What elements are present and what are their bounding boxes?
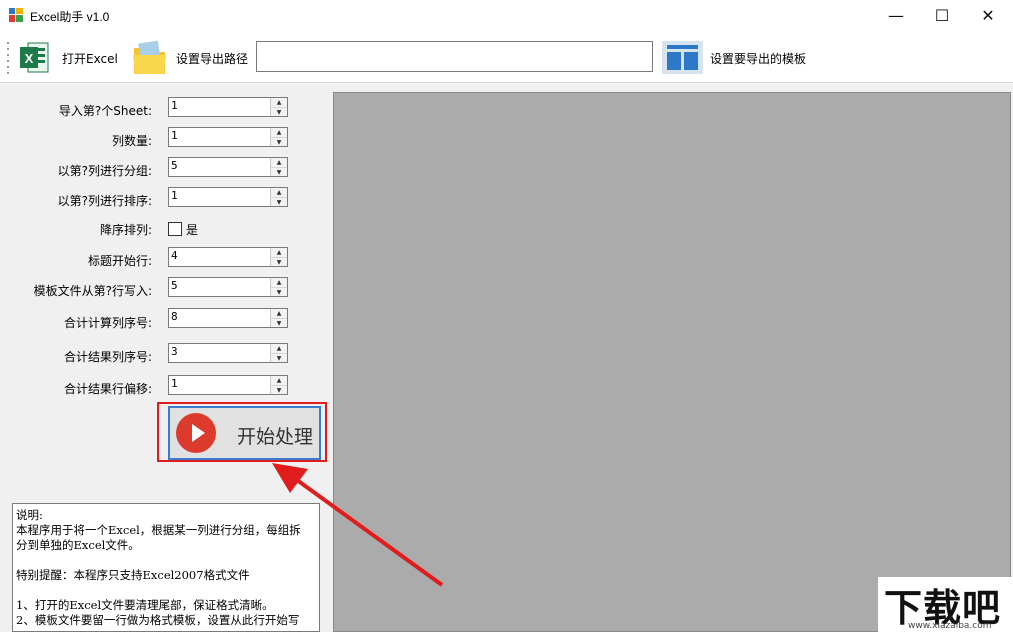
sheet-index-label: 导入第?个Sheet: (58, 104, 152, 118)
description-line: 2、模板文件要留一行做为格式模板，设置从此行开始写 (16, 613, 300, 627)
toolbar: X 打开Excel 设置导出路径 设置要导出的模板 (0, 31, 1013, 83)
spin-down-icon[interactable]: ▼ (271, 319, 287, 328)
descending-checkbox[interactable] (168, 222, 182, 236)
open-excel-button[interactable]: 打开Excel (62, 50, 118, 67)
template-layout-icon[interactable] (662, 41, 703, 74)
sum-result-row-offset-label: 合计结果行偏移: (63, 382, 152, 396)
spinner-arrows[interactable]: ▲ ▼ (270, 309, 287, 327)
group-column-spinner[interactable]: 5 ▲ ▼ (168, 157, 288, 177)
description-blank-line (16, 553, 316, 568)
spinner-arrows[interactable]: ▲ ▼ (270, 344, 287, 362)
spin-up-icon[interactable]: ▲ (271, 188, 287, 198)
title-start-row-spinner[interactable]: 4 ▲ ▼ (168, 247, 288, 267)
column-count-label: 列数量: (111, 134, 152, 148)
spinner-arrows[interactable]: ▲ ▼ (270, 188, 287, 206)
spinner-arrows[interactable]: ▲ ▼ (270, 158, 287, 176)
title-start-row-label: 标题开始行: (87, 254, 152, 268)
watermark: 下载吧 www.xiazaiba.com (878, 577, 1013, 632)
minimize-button[interactable]: — (873, 0, 919, 31)
set-export-path-button[interactable]: 设置导出路径 (176, 50, 248, 67)
maximize-button[interactable]: ☐ (919, 0, 965, 31)
descending-option-label[interactable]: 是 (186, 221, 198, 238)
column-count-value[interactable]: 1 (171, 129, 178, 142)
close-button[interactable]: ✕ (965, 0, 1011, 31)
spin-down-icon[interactable]: ▼ (271, 354, 287, 363)
description-line: 特别提醒：本程序只支持Excel2007格式文件 (16, 568, 250, 582)
sort-column-spinner[interactable]: 1 ▲ ▼ (168, 187, 288, 207)
sum-result-row-offset-value[interactable]: 1 (171, 377, 178, 390)
sum-result-column-value[interactable]: 3 (171, 345, 178, 358)
spin-down-icon[interactable]: ▼ (271, 138, 287, 147)
title-start-row-value[interactable]: 4 (171, 249, 178, 262)
sort-column-label: 以第?列进行排序: (57, 194, 152, 208)
spin-up-icon[interactable]: ▲ (271, 248, 287, 258)
spinner-arrows[interactable]: ▲ ▼ (270, 278, 287, 296)
sum-result-column-spinner[interactable]: 3 ▲ ▼ (168, 343, 288, 363)
folder-icon[interactable] (131, 38, 168, 76)
sum-result-row-offset-spinner[interactable]: 1 ▲ ▼ (168, 375, 288, 395)
start-process-label: 开始处理 (237, 426, 314, 448)
template-write-row-value[interactable]: 5 (171, 279, 178, 292)
spin-up-icon[interactable]: ▲ (271, 158, 287, 168)
description-textbox[interactable]: 说明: 本程序用于将一个Excel，根据某一列进行分组，每组拆 分到单独的Exc… (12, 503, 320, 632)
spin-down-icon[interactable]: ▼ (271, 168, 287, 177)
column-count-spinner[interactable]: 1 ▲ ▼ (168, 127, 288, 147)
spinner-arrows[interactable]: ▲ ▼ (270, 248, 287, 266)
spin-up-icon[interactable]: ▲ (271, 309, 287, 319)
excel-icon[interactable]: X (20, 41, 50, 74)
spin-up-icon[interactable]: ▲ (271, 278, 287, 288)
description-blank-line (16, 583, 316, 598)
sheet-index-spinner[interactable]: 1 ▲ ▼ (168, 97, 288, 117)
spinner-arrows[interactable]: ▲ ▼ (270, 128, 287, 146)
template-write-row-label: 模板文件从第?行写入: (33, 284, 152, 298)
watermark-url: www.xiazaiba.com (908, 621, 992, 631)
spinner-arrows[interactable]: ▲ ▼ (270, 376, 287, 394)
description-line: 本程序用于将一个Excel，根据某一列进行分组，每组拆 (16, 523, 301, 537)
sum-calc-column-value[interactable]: 8 (171, 310, 178, 323)
window-title: Excel助手 v1.0 (30, 10, 110, 24)
export-path-input[interactable] (256, 41, 653, 72)
start-process-button[interactable]: 开始处理 (168, 406, 321, 460)
spin-down-icon[interactable]: ▼ (271, 108, 287, 117)
title-bar: Excel助手 v1.0 — ☐ ✕ (0, 0, 1013, 31)
sum-result-column-label: 合计结果列序号: (63, 350, 152, 364)
spin-up-icon[interactable]: ▲ (271, 344, 287, 354)
group-column-value[interactable]: 5 (171, 159, 178, 172)
spinner-arrows[interactable]: ▲ ▼ (270, 98, 287, 116)
description-line: 1、打开的Excel文件要清理尾部，保证格式清晰。 (16, 598, 274, 612)
play-icon (176, 413, 216, 453)
set-template-button[interactable]: 设置要导出的模板 (710, 50, 806, 67)
spin-down-icon[interactable]: ▼ (271, 386, 287, 395)
descending-label: 降序排列: (99, 223, 152, 237)
spin-down-icon[interactable]: ▼ (271, 258, 287, 267)
toolbar-grip (7, 42, 9, 74)
description-line: 说明: (16, 508, 43, 522)
sum-calc-column-label: 合计计算列序号: (63, 316, 152, 330)
sort-column-value[interactable]: 1 (171, 189, 178, 202)
spin-up-icon[interactable]: ▲ (271, 376, 287, 386)
spin-down-icon[interactable]: ▼ (271, 198, 287, 207)
svg-text:X: X (25, 51, 34, 66)
spin-up-icon[interactable]: ▲ (271, 98, 287, 108)
group-column-label: 以第?列进行分组: (57, 164, 152, 178)
sheet-index-value[interactable]: 1 (171, 99, 178, 112)
app-icon (9, 8, 23, 22)
description-line: 分到单独的Excel文件。 (16, 538, 140, 552)
spin-down-icon[interactable]: ▼ (271, 288, 287, 297)
sum-calc-column-spinner[interactable]: 8 ▲ ▼ (168, 308, 288, 328)
template-write-row-spinner[interactable]: 5 ▲ ▼ (168, 277, 288, 297)
spin-up-icon[interactable]: ▲ (271, 128, 287, 138)
